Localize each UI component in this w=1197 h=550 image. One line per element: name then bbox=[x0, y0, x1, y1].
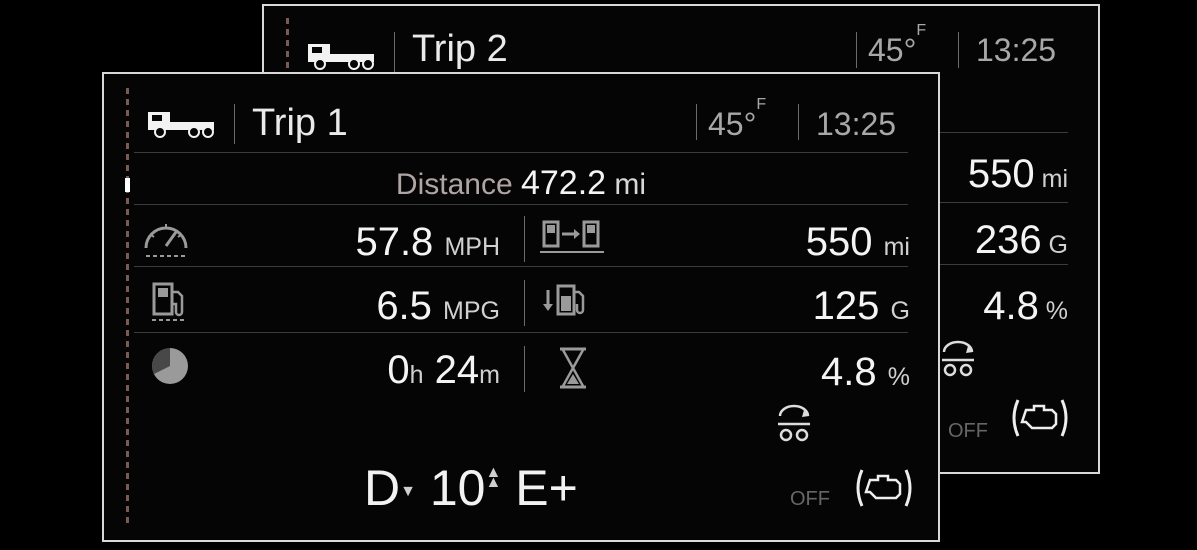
truck-icon bbox=[148, 112, 214, 138]
trip2-temperature: 45°F bbox=[868, 22, 927, 68]
divider bbox=[134, 204, 908, 205]
trip2-fuel-used-value: 236 G bbox=[974, 218, 1068, 262]
divider bbox=[394, 32, 395, 72]
fuel-used-value: 125 G bbox=[812, 284, 910, 328]
trip2-header: Trip 2 45°F 13:25 bbox=[264, 6, 1098, 76]
trip1-title: Trip 1 bbox=[252, 102, 348, 144]
trip-time-icon bbox=[152, 348, 188, 384]
fuel-range-icon bbox=[540, 220, 604, 253]
trip2-title: Trip 2 bbox=[412, 28, 508, 70]
divider bbox=[958, 32, 959, 68]
idle-value: 4.8 % bbox=[821, 350, 910, 394]
divider bbox=[524, 216, 525, 262]
divider bbox=[798, 104, 799, 140]
hourglass-icon bbox=[560, 347, 586, 389]
fuel-used-icon bbox=[543, 284, 585, 316]
divider bbox=[696, 104, 697, 140]
range-value: 550 mi bbox=[805, 220, 910, 264]
truck-icon bbox=[308, 44, 374, 70]
divider bbox=[234, 104, 235, 144]
divider bbox=[856, 32, 857, 68]
divider bbox=[134, 266, 908, 267]
gear-display: D▼ 10▲ ▲ E+ bbox=[364, 459, 578, 517]
trip2-clock: 13:25 bbox=[976, 32, 1057, 68]
trip1-temperature: 45°F bbox=[708, 96, 767, 142]
trip1-header: Trip 1 45°F 13:25 bbox=[104, 74, 938, 144]
speedometer-icon bbox=[144, 224, 188, 257]
distance-label: Distance bbox=[395, 168, 513, 201]
speed-value: 57.8 MPH bbox=[355, 220, 500, 264]
engine-brake-icon bbox=[856, 469, 912, 507]
trip1-side-indicator bbox=[125, 88, 130, 528]
trip1-clock: 13:25 bbox=[816, 106, 897, 142]
trip2-idle-value: 4.8 % bbox=[983, 284, 1068, 328]
gear-number: 10 bbox=[429, 460, 486, 516]
trip2-range-value: 550 mi bbox=[967, 152, 1068, 196]
axle-lift-icon bbox=[778, 404, 810, 442]
divider bbox=[524, 346, 525, 392]
distance-value: 472.2 bbox=[520, 164, 607, 202]
divider bbox=[134, 152, 908, 153]
engine-brake-icon bbox=[1012, 399, 1068, 437]
gear-mode: D bbox=[364, 460, 401, 516]
distance-unit: mi bbox=[614, 168, 647, 201]
trip2-engine-brake-status: OFF bbox=[948, 420, 988, 442]
trip1-panel: Trip 1 45°F 13:25 Distance 472.2 mi 57.8… bbox=[102, 72, 940, 542]
divider bbox=[524, 280, 525, 326]
trip-time-value: 0h 24m bbox=[387, 348, 500, 392]
gear-down-indicator: ▼ bbox=[400, 482, 416, 500]
fuel-pump-icon bbox=[152, 282, 186, 321]
gear-shift-indicator: ▲ ▲ bbox=[485, 464, 502, 491]
divider bbox=[134, 332, 908, 333]
economy-value: 6.5 MPG bbox=[376, 284, 500, 328]
engine-brake-status: OFF bbox=[790, 488, 830, 510]
gear-range: E+ bbox=[515, 460, 578, 516]
trip1-distance: Distance 472.2 mi bbox=[104, 164, 938, 203]
axle-lift-icon bbox=[942, 340, 974, 377]
